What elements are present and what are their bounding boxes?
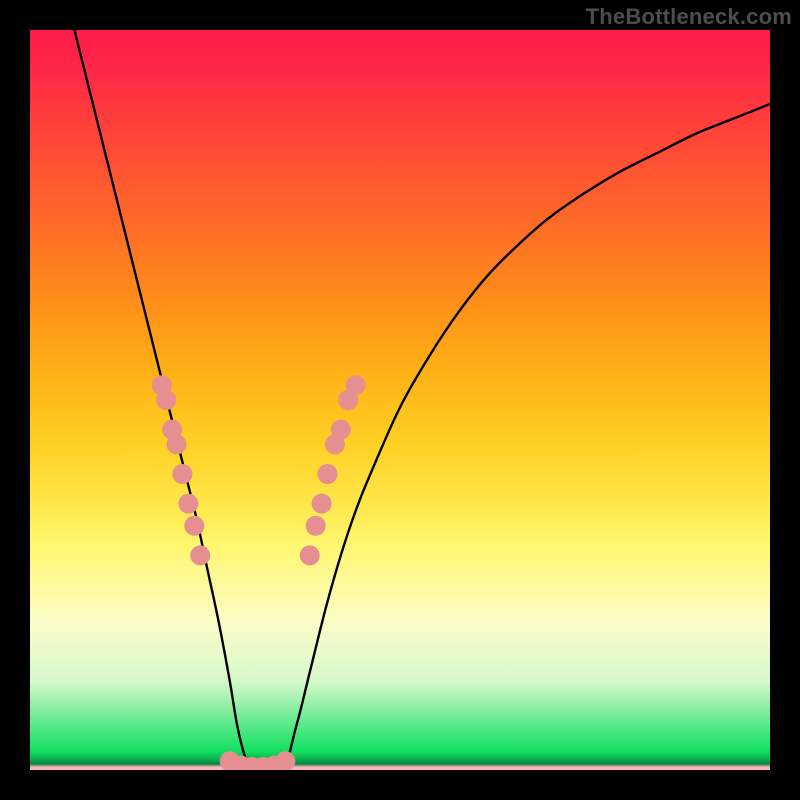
marker-dot <box>317 464 337 484</box>
marker-dot <box>300 545 320 565</box>
marker-dot <box>346 375 366 395</box>
marker-dot <box>184 516 204 536</box>
plot-area <box>30 30 770 770</box>
marker-dot <box>306 516 326 536</box>
marker-dot <box>331 420 351 440</box>
marker-dot <box>312 494 332 514</box>
curve-line <box>74 30 770 770</box>
marker-dot <box>178 494 198 514</box>
marker-dot <box>172 464 192 484</box>
marker-dot <box>156 390 176 410</box>
marker-dot <box>190 545 210 565</box>
watermark-label: TheBottleneck.com <box>586 4 792 30</box>
chart-frame: TheBottleneck.com <box>0 0 800 800</box>
marker-dots <box>152 375 366 770</box>
marker-dot <box>275 751 295 770</box>
marker-dot <box>167 434 187 454</box>
chart-svg <box>30 30 770 770</box>
